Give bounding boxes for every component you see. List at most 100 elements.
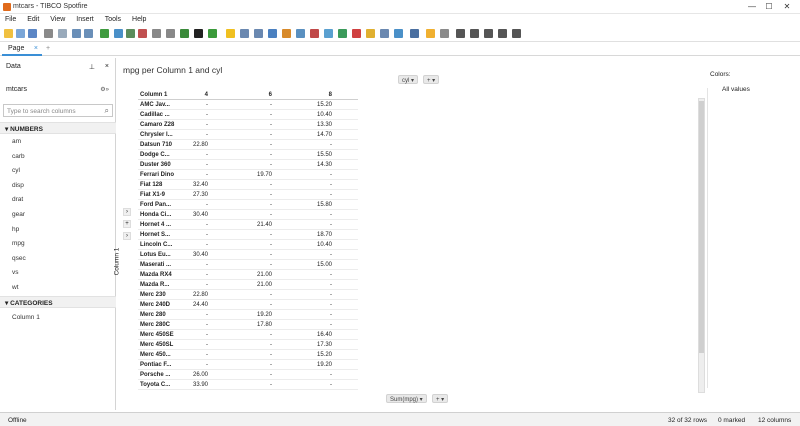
header-cyl-4[interactable]: 4 [205,92,208,98]
table-cell[interactable]: - [206,332,208,338]
table-cell[interactable]: - [270,202,272,208]
bookmark-icon[interactable] [138,29,147,38]
table-row[interactable]: Ferrari Dino - 19.70 - [138,170,358,180]
table-row[interactable]: Merc 280 - 19.20 - [138,310,358,320]
numbers-section[interactable]: ▾ NUMBERS [0,122,116,134]
header-column-1[interactable]: Column 1 [140,92,167,98]
row-label[interactable]: Dodge C... [140,152,170,158]
table-cell[interactable]: - [330,322,332,328]
field-hp[interactable]: hp [12,226,19,233]
categories-section[interactable]: ▾ CATEGORIES [0,296,116,308]
table-row[interactable]: Duster 360 - - 14.30 [138,160,358,170]
table-cell[interactable]: - [270,242,272,248]
table-cell[interactable]: 15.00 [317,262,332,268]
table-cell[interactable]: - [270,112,272,118]
row-label[interactable]: AMC Jav... [140,102,170,108]
scroll-thumb[interactable] [699,101,704,353]
row-label[interactable]: Merc 280C [140,322,170,328]
table-cell[interactable]: - [206,232,208,238]
menu-help[interactable]: Help [127,14,150,23]
table-cell[interactable]: 15.20 [317,352,332,358]
field-am[interactable]: am [12,138,21,145]
table-cell[interactable]: - [270,232,272,238]
table-row[interactable]: Ford Pan... - - 15.80 [138,200,358,210]
print-icon[interactable] [44,29,53,38]
table-cell[interactable]: - [206,262,208,268]
field-wt[interactable]: wt [12,284,19,291]
search-input[interactable]: Type to search columns ⌕ [3,104,113,117]
export-icon[interactable] [208,29,217,38]
table-cell[interactable]: - [206,132,208,138]
table-cell[interactable]: 22.80 [193,292,208,298]
row-label[interactable]: Fiat X1-9 [140,192,165,198]
crosstable-viz-icon[interactable] [254,29,263,38]
bar-chart-icon[interactable] [282,29,291,38]
table-row[interactable]: Maserati ... - - 15.00 [138,260,358,270]
table-cell[interactable]: 17.30 [317,342,332,348]
table-cell[interactable]: 21.00 [257,282,272,288]
table-cell[interactable]: - [206,352,208,358]
table-cell[interactable]: - [330,272,332,278]
data-source-settings-icon[interactable]: ⚙» [100,86,109,93]
row-label[interactable]: Porsche ... [140,372,170,378]
table-cell[interactable]: - [206,112,208,118]
table-cell[interactable]: 22.80 [193,142,208,148]
table-cell[interactable]: - [270,182,272,188]
table-row[interactable]: Porsche ... 26.00 - - [138,370,358,380]
row-label[interactable]: Duster 360 [140,162,171,168]
row-label[interactable]: Camaro Z28 [140,122,174,128]
table-row[interactable]: Merc 280C - 17.80 - [138,320,358,330]
table-row[interactable]: Camaro Z28 - - 13.30 [138,120,358,130]
kpi-chart-icon[interactable] [426,29,435,38]
table-row[interactable]: Lincoln C... - - 10.40 [138,240,358,250]
table-row[interactable]: Toyota C... 33.90 - - [138,380,358,390]
table-cell[interactable]: 21.40 [257,222,272,228]
row-label[interactable]: Toyota C... [140,382,170,388]
column-axis-selector[interactable]: cyl ▾ [398,75,419,84]
table-cell[interactable]: - [270,262,272,268]
field-gear[interactable]: gear [12,211,25,218]
table-cell[interactable]: 30.40 [193,212,208,218]
table-cell[interactable]: 30.40 [193,252,208,258]
layout-icon[interactable] [152,29,161,38]
table-cell[interactable]: - [270,102,272,108]
field-drat[interactable]: drat [12,196,23,203]
settings-icon[interactable] [440,29,449,38]
table-cell[interactable]: - [270,302,272,308]
table-row[interactable]: Datsun 710 22.80 - - [138,140,358,150]
color-icon[interactable] [194,29,203,38]
table-row[interactable]: AMC Jav... - - 15.20 [138,100,358,110]
row-label[interactable]: Mazda R... [140,282,169,288]
row-label[interactable]: Maserati ... [140,262,171,268]
row-label[interactable]: Ferrari Dino [140,172,174,178]
table-cell[interactable]: 21.00 [257,272,272,278]
table-row[interactable]: Merc 240D 24.40 - - [138,300,358,310]
table-cell[interactable]: - [206,322,208,328]
row-label[interactable]: Lincoln C... [140,242,172,248]
box-plot-icon[interactable] [380,29,389,38]
table-row[interactable]: Dodge C... - - 15.50 [138,150,358,160]
data-source-name[interactable]: mtcars [6,86,27,93]
header-cyl-6[interactable]: 6 [269,92,272,98]
table-cell[interactable]: 33.90 [193,382,208,388]
table-row[interactable]: Fiat X1-9 27.30 - - [138,190,358,200]
row-label[interactable]: Mazda RX4 [140,272,172,278]
row-axis-add-icon[interactable]: + [123,220,131,228]
table-cell[interactable]: 32.40 [193,182,208,188]
table-cell[interactable]: - [206,222,208,228]
row-label[interactable]: Chrysler I... [140,132,173,138]
scatter-plot-icon[interactable] [324,29,333,38]
table-cell[interactable]: - [270,162,272,168]
table-cell[interactable]: - [330,312,332,318]
table-cell[interactable]: - [270,292,272,298]
table-cell[interactable]: 13.30 [317,122,332,128]
table-cell[interactable]: - [330,302,332,308]
layout-split-icon[interactable] [470,29,479,38]
close-button[interactable]: ✕ [780,2,794,11]
table-cell[interactable]: - [270,352,272,358]
table-row[interactable]: Pontiac F... - - 19.20 [138,360,358,370]
table-cell[interactable]: - [270,362,272,368]
row-axis-collapse-icon[interactable]: › [123,208,131,216]
copy-icon[interactable] [58,29,67,38]
table-row[interactable]: Merc 230 22.80 - - [138,290,358,300]
